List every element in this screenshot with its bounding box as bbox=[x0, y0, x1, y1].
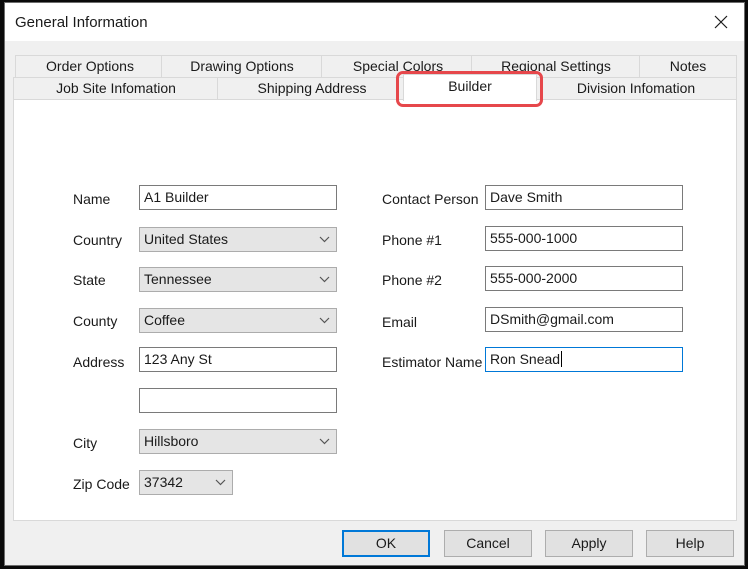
estimator-name-value: Ron Snead bbox=[490, 351, 561, 367]
zip-code-label: Zip Code bbox=[73, 476, 130, 492]
chevron-down-icon bbox=[319, 317, 330, 324]
state-label: State bbox=[73, 272, 106, 288]
ok-button[interactable]: OK bbox=[342, 530, 430, 557]
phone1-input[interactable]: 555-000-1000 bbox=[485, 226, 683, 251]
country-select[interactable]: United States bbox=[139, 227, 337, 252]
text-caret bbox=[561, 351, 563, 367]
city-select[interactable]: Hillsboro bbox=[139, 429, 337, 454]
county-select[interactable]: Coffee bbox=[139, 308, 337, 333]
address-label: Address bbox=[73, 354, 125, 370]
chevron-down-icon bbox=[215, 479, 226, 486]
tab-shipping-address[interactable]: Shipping Address bbox=[217, 77, 407, 99]
chevron-down-icon bbox=[319, 276, 330, 283]
tab-order-options[interactable]: Order Options bbox=[15, 55, 165, 77]
chevron-down-icon bbox=[319, 236, 330, 243]
apply-button[interactable]: Apply bbox=[545, 530, 633, 557]
estimator-name-input[interactable]: Ron Snead bbox=[485, 347, 683, 372]
state-select[interactable]: Tennessee bbox=[139, 267, 337, 292]
phone1-label: Phone #1 bbox=[382, 232, 442, 248]
tab-notes[interactable]: Notes bbox=[639, 55, 737, 77]
estimator-name-label: Estimator Name bbox=[382, 354, 483, 370]
country-value: United States bbox=[144, 231, 229, 247]
close-x-icon bbox=[714, 15, 728, 29]
address-line1-input[interactable]: 123 Any St bbox=[139, 347, 337, 372]
close-button[interactable] bbox=[698, 3, 744, 41]
county-value: Coffee bbox=[144, 312, 185, 328]
county-label: County bbox=[73, 313, 118, 329]
email-label: Email bbox=[382, 314, 418, 330]
city-value: Hillsboro bbox=[144, 433, 199, 449]
contact-person-input[interactable]: Dave Smith bbox=[485, 185, 683, 210]
country-label: Country bbox=[73, 232, 123, 248]
name-input[interactable]: A1 Builder bbox=[139, 185, 337, 210]
state-value: Tennessee bbox=[144, 271, 212, 287]
address-line2-input[interactable] bbox=[139, 388, 337, 413]
name-label: Name bbox=[73, 191, 111, 207]
phone2-input[interactable]: 555-000-2000 bbox=[485, 266, 683, 291]
help-button[interactable]: Help bbox=[646, 530, 734, 557]
tab-division-information[interactable]: Division Infomation bbox=[535, 77, 737, 99]
title-bar: General Information bbox=[5, 3, 744, 41]
city-label: City bbox=[73, 435, 98, 451]
email-input[interactable]: DSmith@gmail.com bbox=[485, 307, 683, 332]
tab-drawing-options[interactable]: Drawing Options bbox=[161, 55, 323, 77]
tab-builder[interactable]: Builder bbox=[403, 74, 537, 101]
contact-person-label: Contact Person bbox=[382, 191, 479, 207]
tab-job-site-information[interactable]: Job Site Infomation bbox=[13, 77, 219, 99]
cancel-button[interactable]: Cancel bbox=[444, 530, 532, 557]
chevron-down-icon bbox=[319, 438, 330, 445]
window-title: General Information bbox=[15, 14, 148, 31]
zip-code-select[interactable]: 37342 bbox=[139, 470, 233, 495]
zip-code-value: 37342 bbox=[144, 474, 183, 490]
phone2-label: Phone #2 bbox=[382, 272, 442, 288]
